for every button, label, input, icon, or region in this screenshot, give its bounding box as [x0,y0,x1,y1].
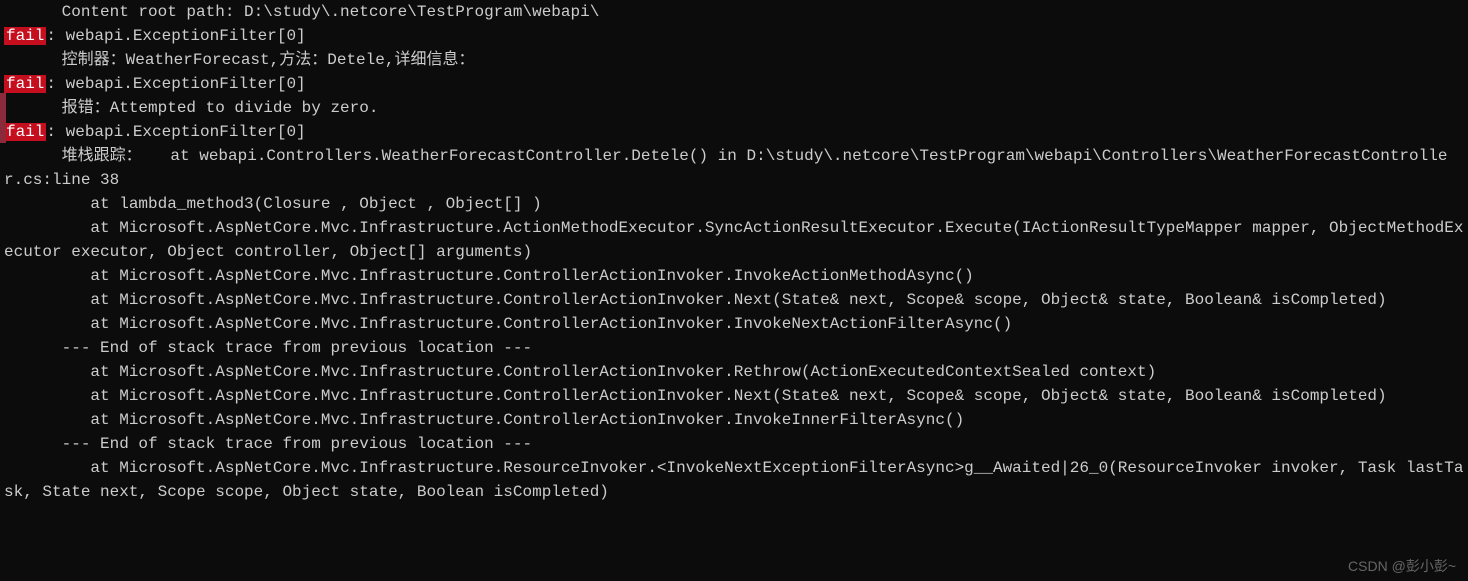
log-line-fail: fail: webapi.ExceptionFilter[0] [4,72,1464,96]
sidebar-marker [0,93,6,143]
terminal-output[interactable]: Content root path: D:\study\.netcore\Tes… [0,0,1468,504]
log-line: 控制器：WeatherForecast,方法：Detele,详细信息： [4,48,1464,72]
log-line-fail: fail: webapi.ExceptionFilter[0] [4,24,1464,48]
log-line: at Microsoft.AspNetCore.Mvc.Infrastructu… [4,288,1464,312]
log-line: at Microsoft.AspNetCore.Mvc.Infrastructu… [4,384,1464,408]
log-line: at Microsoft.AspNetCore.Mvc.Infrastructu… [4,456,1464,504]
watermark: CSDN @彭小彭~ [1348,556,1456,577]
log-line: 堆栈跟踪： at webapi.Controllers.WeatherForec… [4,144,1464,192]
log-line: at Microsoft.AspNetCore.Mvc.Infrastructu… [4,408,1464,432]
log-line: --- End of stack trace from previous loc… [4,432,1464,456]
fail-badge: fail [4,75,46,93]
log-line: at Microsoft.AspNetCore.Mvc.Infrastructu… [4,312,1464,336]
log-line: at Microsoft.AspNetCore.Mvc.Infrastructu… [4,360,1464,384]
log-line: at Microsoft.AspNetCore.Mvc.Infrastructu… [4,216,1464,264]
fail-badge: fail [4,123,46,141]
log-text: : webapi.ExceptionFilter[0] [46,75,305,93]
log-text: : webapi.ExceptionFilter[0] [46,123,305,141]
log-line: at lambda_method3(Closure , Object , Obj… [4,192,1464,216]
log-text: : webapi.ExceptionFilter[0] [46,27,305,45]
log-line: at Microsoft.AspNetCore.Mvc.Infrastructu… [4,264,1464,288]
fail-badge: fail [4,27,46,45]
log-line: Content root path: D:\study\.netcore\Tes… [4,0,1464,24]
log-line: 报错：Attempted to divide by zero. [4,96,1464,120]
log-line: --- End of stack trace from previous loc… [4,336,1464,360]
log-line-fail: fail: webapi.ExceptionFilter[0] [4,120,1464,144]
